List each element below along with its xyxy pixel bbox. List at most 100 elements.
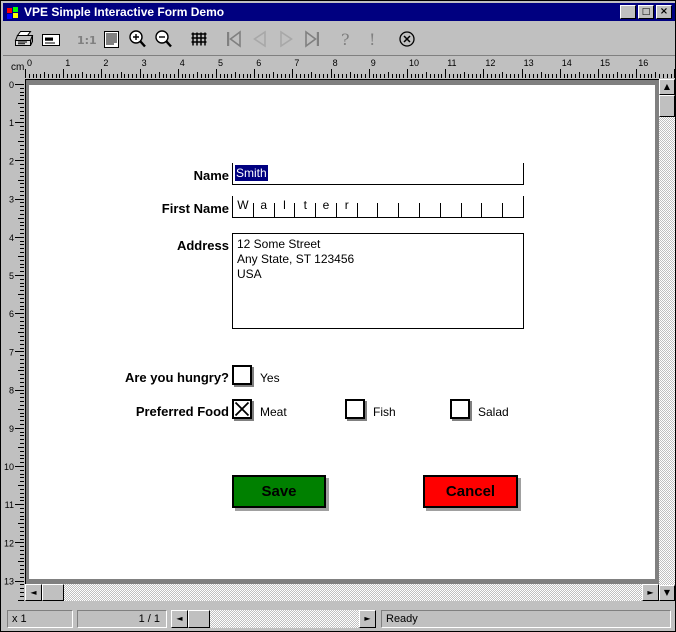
form-page: Name Smith First Name Walter Address 12 … xyxy=(29,85,655,579)
vertical-ruler: 0 1 2 3 4 5 6 7 8 9 10 11 12 13 xyxy=(3,79,25,601)
minimize-button[interactable]: _ xyxy=(620,5,636,19)
status-bar: x 1 1 / 1 ◄ ► Ready xyxy=(3,609,675,629)
save-button[interactable]: Save xyxy=(232,475,326,508)
status-scroll-thumb[interactable] xyxy=(188,610,210,628)
svg-text:0: 0 xyxy=(9,80,14,90)
first-name-cell[interactable] xyxy=(481,196,504,217)
last-page-icon[interactable] xyxy=(299,24,325,54)
svg-text:16: 16 xyxy=(638,58,648,68)
close-button[interactable]: × xyxy=(656,5,672,19)
svg-text:13: 13 xyxy=(4,577,14,587)
first-name-cell[interactable] xyxy=(377,196,400,217)
svg-text:8: 8 xyxy=(9,386,14,396)
checkbox-food-fish-label: Fish xyxy=(373,405,396,419)
vertical-scrollbar-track[interactable] xyxy=(659,95,675,585)
svg-text:10: 10 xyxy=(409,58,419,68)
svg-text:?: ? xyxy=(341,30,350,49)
print-preview-icon[interactable] xyxy=(38,24,64,54)
checkbox-food-salad-label: Salad xyxy=(478,405,509,419)
triangle-left-icon: ◄ xyxy=(30,588,37,597)
grid-icon[interactable] xyxy=(186,24,212,54)
first-name-cell[interactable] xyxy=(502,196,523,217)
first-name-input[interactable]: Walter xyxy=(232,196,524,218)
svg-text:12: 12 xyxy=(485,58,495,68)
first-name-cell[interactable] xyxy=(460,196,483,217)
window-title: VPE Simple Interactive Form Demo xyxy=(24,5,225,19)
horizontal-scrollbar-thumb[interactable] xyxy=(42,584,64,601)
ruler-unit-label: cm xyxy=(11,62,25,73)
first-name-cell[interactable] xyxy=(419,196,441,217)
first-page-icon[interactable] xyxy=(221,24,247,54)
checkbox-food-meat-label: Meat xyxy=(260,405,287,419)
horizontal-scrollbar-track[interactable] xyxy=(25,584,659,601)
triangle-right-icon: ► xyxy=(647,588,654,597)
checkbox-food-meat[interactable] xyxy=(232,399,252,419)
label-hungry: Are you hungry? xyxy=(124,370,229,385)
label-address: Address xyxy=(176,238,229,253)
checkbox-hungry-yes[interactable] xyxy=(232,365,252,385)
next-page-icon[interactable] xyxy=(273,24,299,54)
svg-text:9: 9 xyxy=(371,58,376,68)
svg-text:7: 7 xyxy=(9,347,14,357)
first-name-cell[interactable]: r xyxy=(335,196,358,217)
svg-text:8: 8 xyxy=(333,58,338,68)
scroll-down-button[interactable]: ▼ xyxy=(659,585,675,601)
first-name-cell[interactable] xyxy=(356,196,379,217)
svg-text:2: 2 xyxy=(9,156,14,166)
svg-text:1: 1 xyxy=(65,58,70,68)
first-name-cell[interactable] xyxy=(439,196,462,217)
first-name-cell[interactable]: l xyxy=(273,196,296,217)
svg-text:10: 10 xyxy=(4,462,14,472)
info-icon[interactable]: ! xyxy=(360,24,386,54)
label-name: Name xyxy=(193,168,229,183)
first-name-cell[interactable]: e xyxy=(315,196,337,217)
status-page-scrollbar[interactable]: ◄ ► xyxy=(171,610,376,628)
first-name-cell[interactable]: t xyxy=(294,196,317,217)
name-input[interactable]: Smith xyxy=(232,163,524,185)
print-icon[interactable] xyxy=(12,24,38,54)
svg-text:5: 5 xyxy=(9,271,14,281)
document-canvas[interactable]: Name Smith First Name Walter Address 12 … xyxy=(25,79,659,601)
triangle-right-icon: ► xyxy=(364,614,371,623)
previous-page-icon[interactable] xyxy=(247,24,273,54)
cancel-button[interactable]: Cancel xyxy=(423,475,518,508)
first-name-cell[interactable] xyxy=(398,196,421,217)
checkbox-food-salad[interactable] xyxy=(450,399,470,419)
checkbox-food-fish[interactable] xyxy=(345,399,365,419)
maximize-button[interactable]: □ xyxy=(638,5,654,19)
svg-text:13: 13 xyxy=(524,58,534,68)
minimize-icon: _ xyxy=(625,5,631,19)
status-scroll-right-button[interactable]: ► xyxy=(359,610,376,628)
address-input[interactable]: 12 Some Street Any State, ST 123456 USA xyxy=(232,233,524,329)
status-scroll-left-button[interactable]: ◄ xyxy=(171,610,188,628)
first-name-cell[interactable]: W xyxy=(233,196,254,217)
svg-text:11: 11 xyxy=(447,58,456,68)
window-controls: _ □ × xyxy=(620,5,672,19)
first-name-cell[interactable]: a xyxy=(252,196,275,217)
horizontal-scrollbar[interactable]: ◄ ► xyxy=(25,584,659,601)
application-window: VPE Simple Interactive Form Demo _ □ × 1… xyxy=(0,0,676,632)
svg-text:12: 12 xyxy=(4,538,14,548)
help-icon[interactable]: ? xyxy=(334,24,360,54)
vertical-scrollbar-thumb[interactable] xyxy=(659,95,675,117)
zoom-in-icon[interactable] xyxy=(125,24,151,54)
svg-text:6: 6 xyxy=(256,58,261,68)
svg-text:!: ! xyxy=(369,30,375,49)
zoom-100-icon[interactable]: 1:1 xyxy=(73,24,99,54)
close-icon: × xyxy=(659,6,669,17)
zoom-out-icon[interactable] xyxy=(151,24,177,54)
svg-text:14: 14 xyxy=(562,58,572,68)
svg-text:4: 4 xyxy=(9,233,14,243)
label-preferred-food: Preferred Food xyxy=(135,404,229,419)
triangle-up-icon: ▲ xyxy=(663,82,671,91)
scroll-up-button[interactable]: ▲ xyxy=(659,79,675,95)
svg-text:11: 11 xyxy=(5,500,14,510)
fit-page-icon[interactable] xyxy=(99,24,125,54)
svg-text:3: 3 xyxy=(142,58,147,68)
svg-text:6: 6 xyxy=(9,309,14,319)
scroll-left-button[interactable]: ◄ xyxy=(25,584,42,601)
maximize-icon: □ xyxy=(641,7,651,17)
close-icon[interactable] xyxy=(395,24,421,54)
vertical-scrollbar[interactable]: ▲ ▼ xyxy=(659,79,675,601)
scroll-right-button[interactable]: ► xyxy=(642,584,659,601)
